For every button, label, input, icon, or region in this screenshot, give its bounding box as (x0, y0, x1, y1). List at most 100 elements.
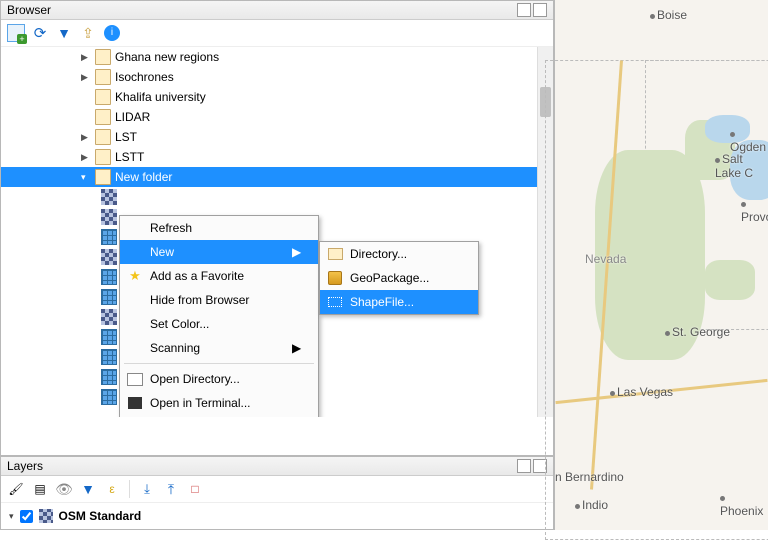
map-label-boise: Boise (650, 8, 687, 22)
submenu-shapefile[interactable]: ShapeFile... (320, 290, 478, 314)
folder-icon (95, 69, 111, 85)
tree-item-isochrones[interactable]: ▶Isochrones (1, 67, 553, 87)
grid-icon (101, 389, 117, 405)
context-menu-folder: Refresh New▶ ★Add as a Favorite Hide fro… (119, 215, 319, 417)
group-icon: ▤ (34, 482, 45, 496)
map-label-bernardino: n Bernardino (555, 470, 624, 484)
folder-icon (95, 109, 111, 125)
undock-button[interactable] (517, 3, 531, 17)
layers-list[interactable]: ▾ OSM Standard (1, 503, 553, 529)
map-label-nevada: Nevada (585, 252, 626, 266)
map-label-ogden: Ogden (730, 128, 768, 154)
layers-title: Layers (7, 459, 43, 473)
layer-collapse-button[interactable]: ⤒ (162, 480, 180, 498)
geopackage-icon (326, 271, 344, 285)
layers-toolbar: 🖌 ▤ 👁 ▼ ε ⤓ ⤒ □ (1, 476, 553, 503)
grid-icon (101, 369, 117, 385)
info-icon: i (104, 25, 120, 41)
layer-filter-button[interactable]: ▼ (79, 480, 97, 498)
palette-icon: 🖌 (8, 482, 23, 496)
map-label-stgeorge: St. George (665, 325, 730, 339)
tree-item-new-folder[interactable]: ▾New folder (1, 167, 553, 187)
browser-title: Browser (7, 3, 51, 17)
tree-item-lstt[interactable]: ▶LSTT (1, 147, 553, 167)
folder-icon (95, 169, 111, 185)
refresh-icon: ⟳ (34, 24, 47, 42)
browser-toolbar: ⟳ ▼ ⇪ i (1, 20, 553, 47)
menu-add-favorite[interactable]: ★Add as a Favorite (120, 264, 318, 288)
refresh-button[interactable]: ⟳ (31, 24, 49, 42)
add-layer-button[interactable] (7, 24, 25, 42)
directory-icon (326, 248, 344, 260)
map-label-provo: Provo (741, 198, 768, 224)
layer-visibility-button[interactable]: 👁 (55, 480, 73, 498)
menu-scanning[interactable]: Scanning▶ (120, 336, 318, 360)
map-label-vegas: Las Vegas (610, 385, 673, 399)
collapse-icon: ⤒ (168, 481, 174, 498)
layer-visibility-checkbox[interactable] (20, 510, 33, 523)
expression-icon: ε (109, 482, 114, 496)
layer-expand-button[interactable]: ⤓ (138, 480, 156, 498)
layer-remove-button[interactable]: □ (186, 480, 204, 498)
tree-item-ghana[interactable]: ▶Ghana new regions (1, 47, 553, 67)
tree-item-lst[interactable]: ▶LST (1, 127, 553, 147)
tree-item-lidar[interactable]: LIDAR (1, 107, 553, 127)
info-button[interactable]: i (103, 24, 121, 42)
remove-icon: □ (191, 482, 198, 496)
close-panel-button[interactable] (533, 3, 547, 17)
layer-expr-button[interactable]: ε (103, 480, 121, 498)
raster-icon (101, 309, 117, 325)
star-icon: ★ (126, 268, 144, 284)
tree-child[interactable] (1, 187, 553, 207)
menu-new[interactable]: New▶ (120, 240, 318, 264)
menu-separator (124, 363, 314, 364)
eye-icon: 👁 (55, 481, 73, 498)
menu-set-color[interactable]: Set Color... (120, 312, 318, 336)
browser-tree[interactable]: ▶Ghana new regions ▶Isochrones Khalifa u… (1, 47, 553, 417)
layer-expand-toggle[interactable]: ▾ (9, 511, 14, 522)
menu-refresh[interactable]: Refresh (120, 216, 318, 240)
raster-icon (101, 249, 117, 265)
submenu-arrow-icon: ▶ (292, 341, 300, 355)
menu-open-terminal[interactable]: Open in Terminal... (120, 391, 318, 415)
submenu-arrow-icon: ▶ (292, 245, 300, 259)
map-label-slc: Salt Lake C (715, 152, 768, 180)
menu-open-directory[interactable]: Open Directory... (120, 367, 318, 391)
folder-open-icon (126, 373, 144, 386)
folder-icon (95, 149, 111, 165)
filter-button[interactable]: ▼ (55, 24, 73, 42)
layers-panel: Layers 🖌 ▤ 👁 ▼ ε ⤓ ⤒ □ ▾ OSM Standard (0, 456, 554, 530)
map-label-phoenix: Phoenix (720, 492, 768, 518)
collapse-all-button[interactable]: ⇪ (79, 24, 97, 42)
submenu-directory[interactable]: Directory... (320, 242, 478, 266)
funnel-icon: ▼ (81, 481, 95, 497)
browser-panel: Browser ⟳ ▼ ⇪ i ▶Ghana new regions ▶Isoc… (0, 0, 554, 456)
context-submenu-new: Directory... GeoPackage... ShapeFile... (319, 241, 479, 315)
grid-icon (101, 329, 117, 345)
layer-symbol-icon (39, 509, 53, 523)
terminal-icon (128, 397, 142, 409)
browser-titlebar: Browser (1, 1, 553, 20)
tree-item-khalifa[interactable]: Khalifa university (1, 87, 553, 107)
menu-hide[interactable]: Hide from Browser (120, 288, 318, 312)
folder-icon (95, 129, 111, 145)
raster-icon (101, 189, 117, 205)
funnel-icon: ▼ (57, 25, 71, 41)
folder-icon (95, 49, 111, 65)
add-layer-icon (7, 24, 25, 42)
layer-name: OSM Standard (59, 509, 142, 523)
layers-titlebar: Layers (1, 457, 553, 476)
collapse-icon: ⇪ (82, 25, 94, 42)
layer-add-group-button[interactable]: ▤ (31, 480, 49, 498)
folder-icon (95, 89, 111, 105)
grid-icon (101, 269, 117, 285)
map-label-indio: Indio (575, 498, 608, 512)
layer-style-button[interactable]: 🖌 (7, 480, 25, 498)
submenu-geopackage[interactable]: GeoPackage... (320, 266, 478, 290)
toolbar-separator (129, 480, 130, 498)
shapefile-icon (328, 297, 342, 307)
undock-layers-button[interactable] (517, 459, 531, 473)
expand-icon: ⤓ (144, 481, 150, 497)
grid-icon (101, 349, 117, 365)
map-canvas[interactable]: Boise Ogden Salt Lake C Provo Nevada St.… (555, 0, 768, 530)
